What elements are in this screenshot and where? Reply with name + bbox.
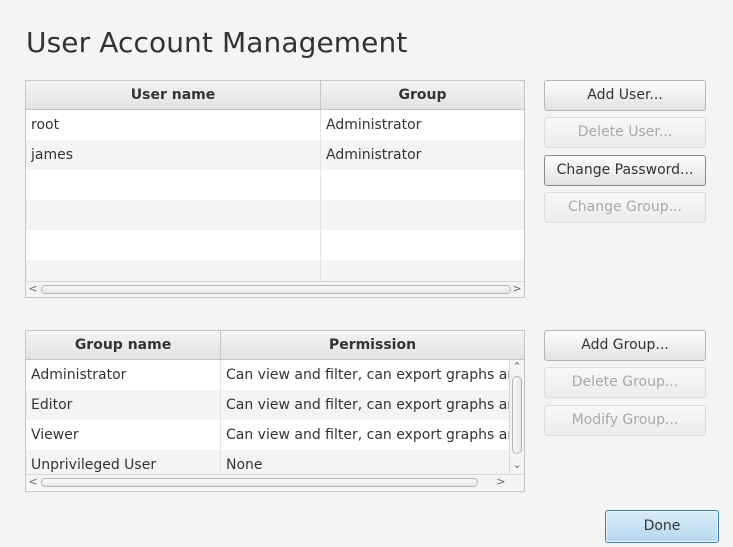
group-name-cell: Editor xyxy=(31,397,73,413)
scroll-left-icon[interactable]: < xyxy=(26,475,40,490)
add-user-button[interactable]: Add User... xyxy=(544,80,706,111)
permission-cell: Can view and filter, can export graphs a… xyxy=(226,427,509,443)
table-row[interactable]: Viewer Can view and filter, can export g… xyxy=(26,420,509,450)
column-header-group[interactable]: Group xyxy=(321,81,524,109)
users-horizontal-scrollbar[interactable]: < > xyxy=(26,281,524,297)
group-name-cell: Unprivileged User xyxy=(31,457,157,473)
group-name-cell: Viewer xyxy=(31,427,79,443)
modify-group-button[interactable]: Modify Group... xyxy=(544,405,706,436)
change-password-button[interactable]: Change Password... xyxy=(544,155,706,186)
scroll-down-icon[interactable]: ⌄ xyxy=(510,458,524,473)
change-group-button[interactable]: Change Group... xyxy=(544,192,706,223)
group-cell: Administrator xyxy=(326,117,422,133)
user-name-cell: james xyxy=(31,147,74,163)
users-table-header: User name Group xyxy=(26,81,524,110)
permission-cell: None xyxy=(226,457,263,473)
groups-vertical-scrollbar[interactable]: ⌃ ⌄ xyxy=(509,360,524,474)
table-row[interactable]: Unprivileged User None xyxy=(26,450,509,474)
done-button[interactable]: Done xyxy=(605,510,719,543)
scroll-left-icon[interactable]: < xyxy=(26,282,40,297)
delete-user-button[interactable]: Delete User... xyxy=(544,117,706,148)
add-group-button[interactable]: Add Group... xyxy=(544,330,706,361)
empty-row xyxy=(26,230,524,260)
column-divider xyxy=(320,110,321,282)
group-name-cell: Administrator xyxy=(31,367,127,383)
groups-table-header: Group name Permission xyxy=(26,331,524,360)
permission-cell: Can view and filter, can export graphs a… xyxy=(226,397,509,413)
empty-row xyxy=(26,200,524,230)
scrollbar-thumb[interactable] xyxy=(41,285,511,294)
column-header-permission[interactable]: Permission xyxy=(221,331,524,359)
scroll-right-icon[interactable]: > xyxy=(510,282,524,297)
scrollbar-thumb[interactable] xyxy=(512,376,522,454)
table-row[interactable]: root Administrator xyxy=(26,110,524,140)
scrollbar-thumb[interactable] xyxy=(41,478,478,487)
column-header-group-name[interactable]: Group name xyxy=(26,331,220,359)
delete-group-button[interactable]: Delete Group... xyxy=(544,367,706,398)
empty-row xyxy=(26,170,524,200)
table-row[interactable]: Editor Can view and filter, can export g… xyxy=(26,390,509,420)
permission-cell: Can view and filter, can export graphs a… xyxy=(226,367,509,383)
users-table[interactable]: User name Group root Administrator james… xyxy=(25,80,525,298)
scroll-right-icon[interactable]: > xyxy=(494,475,508,490)
table-row[interactable]: Administrator Can view and filter, can e… xyxy=(26,360,509,390)
groups-horizontal-scrollbar[interactable]: < > xyxy=(26,474,524,490)
groups-table[interactable]: Group name Permission Administrator Can … xyxy=(25,330,525,492)
table-row[interactable]: james Administrator xyxy=(26,140,524,170)
scroll-up-icon[interactable]: ⌃ xyxy=(510,360,524,375)
column-divider xyxy=(220,360,221,474)
column-header-user-name[interactable]: User name xyxy=(26,81,320,109)
user-name-cell: root xyxy=(31,117,60,133)
group-cell: Administrator xyxy=(326,147,422,163)
page-title: User Account Management xyxy=(26,26,408,59)
